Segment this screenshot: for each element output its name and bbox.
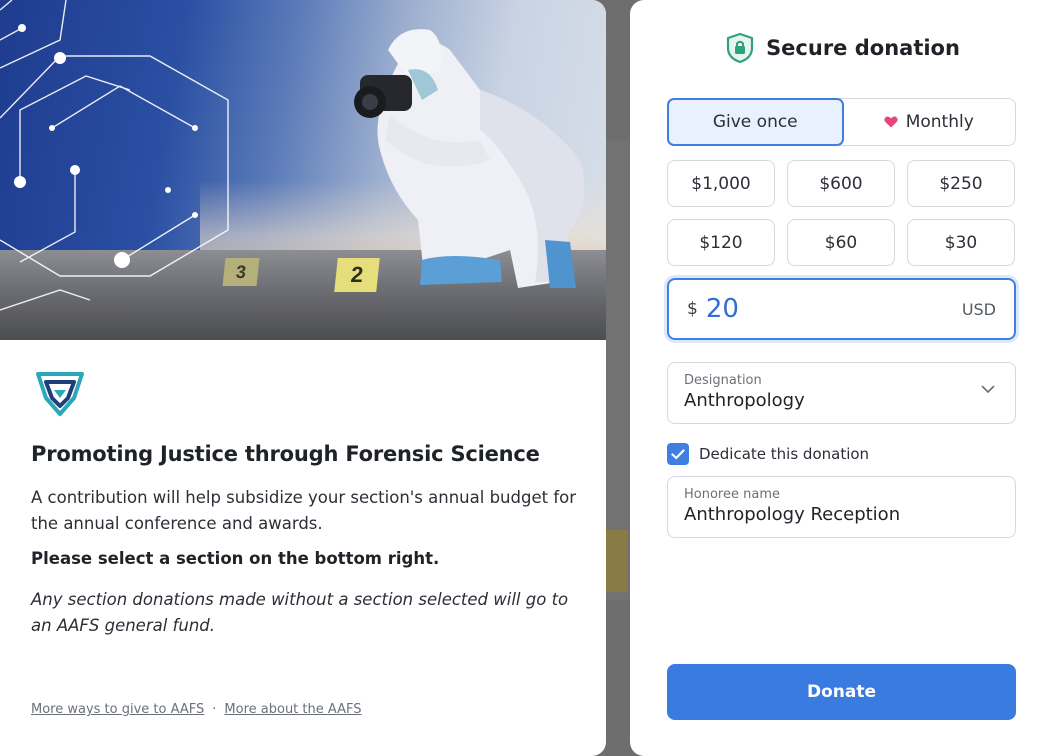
check-icon — [671, 448, 685, 459]
heart-icon — [884, 116, 898, 128]
campaign-title: Promoting Justice through Forensic Scien… — [31, 442, 540, 466]
frequency-toggle: Give once Monthly — [667, 98, 1016, 146]
amount-option-30[interactable]: $30 — [907, 219, 1015, 266]
amount-option-60[interactable]: $60 — [787, 219, 895, 266]
honoree-value: Anthropology Reception — [684, 504, 901, 525]
monthly-label: Monthly — [905, 112, 974, 132]
chevron-down-icon — [981, 385, 995, 393]
campaign-info-card: 3 2 Promoting Justice through Forensic S… — [0, 0, 606, 756]
circuit-graphic — [0, 0, 229, 311]
designation-value: Anthropology — [684, 390, 805, 411]
footer-separator: · — [212, 702, 217, 717]
form-title: Secure donation — [766, 36, 960, 60]
monthly-option[interactable]: Monthly — [843, 99, 1016, 145]
amount-option-250[interactable]: $250 — [907, 160, 1015, 207]
donate-button[interactable]: Donate — [667, 664, 1016, 720]
shield-lock-icon — [726, 32, 754, 64]
more-ways-to-give-link[interactable]: More ways to give to AAFS — [31, 702, 204, 717]
give-once-option[interactable]: Give once — [667, 98, 844, 146]
dedicate-label: Dedicate this donation — [699, 445, 870, 463]
honoree-label: Honoree name — [684, 487, 780, 502]
amount-option-600[interactable]: $600 — [787, 160, 895, 207]
amount-option-1000[interactable]: $1,000 — [667, 160, 775, 207]
aafs-logo — [36, 372, 84, 416]
section-instruction: Please select a section on the bottom ri… — [31, 549, 440, 568]
designation-label: Designation — [684, 373, 762, 388]
designation-select[interactable]: Designation Anthropology — [667, 362, 1016, 424]
amount-option-120[interactable]: $120 — [667, 219, 775, 266]
hero-image: 3 2 — [0, 0, 606, 340]
secure-donation-header: Secure donation — [630, 32, 1056, 64]
dedicate-checkbox-row[interactable]: Dedicate this donation — [667, 443, 869, 465]
general-fund-note: Any section donations made without a sec… — [31, 590, 569, 635]
preset-amounts: $1,000 $600 $250 $120 $60 $30 — [667, 160, 1016, 266]
amount-value: 20 — [705, 294, 739, 324]
currency-symbol: $ — [687, 299, 698, 319]
footer-links: More ways to give to AAFS · More about t… — [31, 702, 362, 717]
evidence-marker-3: 3 — [222, 258, 260, 286]
evidence-marker-2: 2 — [334, 258, 380, 292]
donation-form-card: Secure donation Give once Monthly $1,000… — [630, 0, 1056, 756]
campaign-description: A contribution will help subsidize your … — [31, 488, 577, 533]
more-about-aafs-link[interactable]: More about the AAFS — [224, 702, 361, 717]
honoree-name-field[interactable]: Honoree name Anthropology Reception — [667, 476, 1016, 538]
custom-amount-input[interactable]: $ 20 USD — [667, 278, 1016, 340]
give-once-label: Give once — [712, 112, 798, 132]
currency-code: USD — [961, 299, 996, 319]
dedicate-checkbox[interactable] — [667, 443, 689, 465]
